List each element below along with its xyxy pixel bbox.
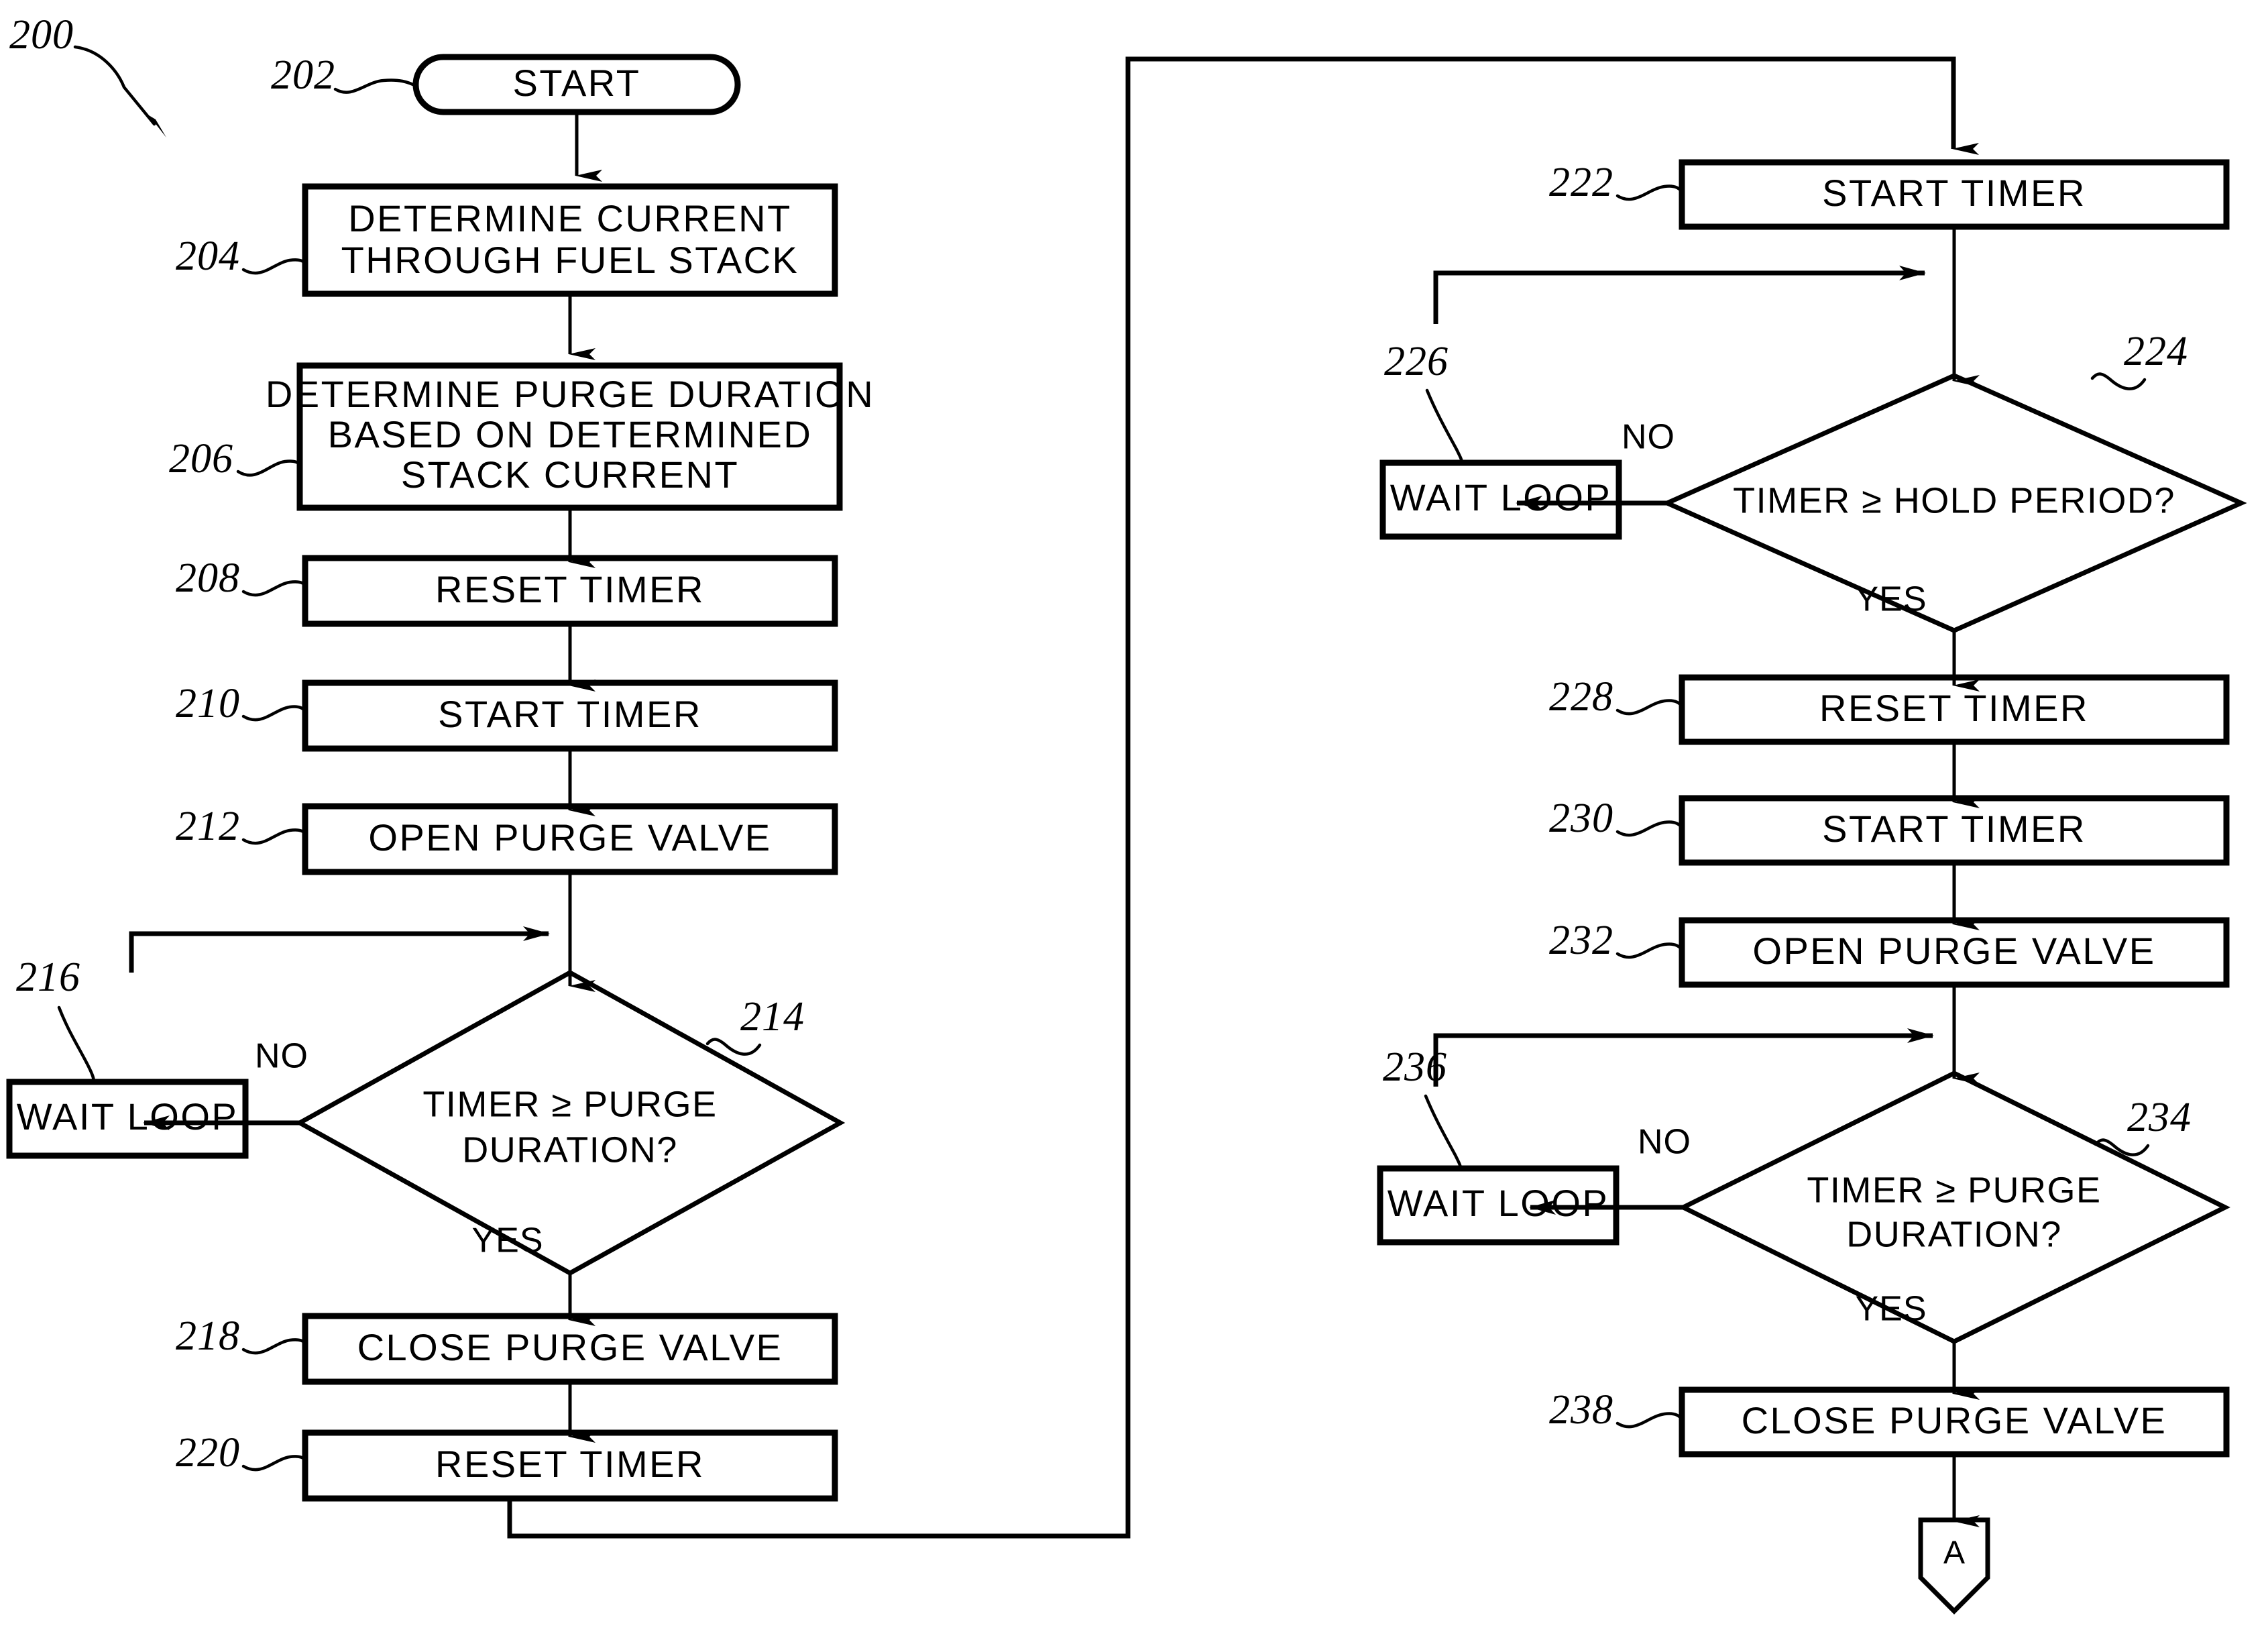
label-234-no: NO — [1638, 1123, 1691, 1162]
ref-leader-218: 218 — [176, 1313, 307, 1359]
label-214-no: NO — [255, 1037, 308, 1076]
ref-212: 212 — [176, 804, 240, 849]
label-214-yes: YES — [471, 1221, 543, 1260]
start-label: START — [513, 62, 641, 104]
node-reset-timer-1: RESET TIMER — [302, 555, 838, 627]
box-206-line2: BASED ON DETERMINED — [328, 413, 813, 455]
node-reset-timer-3: RESET TIMER — [1679, 674, 2230, 745]
node-close-purge-valve-2: CLOSE PURGE VALVE — [1679, 1386, 2230, 1458]
box-204-line1: DETERMINE CURRENT — [348, 197, 792, 239]
node-start-timer-1: START TIMER — [302, 679, 838, 752]
ref-236: 236 — [1383, 1044, 1447, 1090]
ref-leader-222: 222 — [1549, 160, 1684, 205]
edge-216-feedback — [129, 926, 550, 973]
box-222-label: START TIMER — [1822, 172, 2086, 214]
ref-204: 204 — [176, 233, 240, 279]
node-wait-loop-2: WAIT LOOP — [1379, 459, 1622, 540]
ref-210: 210 — [176, 681, 240, 726]
ref-leader-236: 236 — [1383, 1044, 1463, 1170]
figure-ref-200: 200 — [9, 12, 166, 138]
ref-206: 206 — [169, 436, 233, 482]
diamond-214-line1: TIMER ≥ PURGE — [422, 1084, 717, 1124]
ref-228: 228 — [1549, 674, 1613, 720]
ref-leader-214: 214 — [705, 994, 805, 1056]
node-determine-purge-duration: DETERMINE PURGE DURATION BASED ON DETERM… — [266, 362, 874, 511]
node-offpage-connector-a: A — [1918, 1517, 1990, 1614]
box-220-label: RESET TIMER — [435, 1443, 705, 1485]
ref-220: 220 — [176, 1430, 240, 1476]
ref-226: 226 — [1384, 339, 1449, 384]
diamond-234-line1: TIMER ≥ PURGE — [1807, 1170, 2101, 1210]
box-228-label: RESET TIMER — [1819, 687, 2089, 729]
node-wait-loop-1: WAIT LOOP — [6, 1079, 249, 1159]
ref-leader-220: 220 — [176, 1430, 307, 1476]
box-230-label: START TIMER — [1822, 808, 2086, 850]
ref-230: 230 — [1549, 796, 1613, 841]
ref-leader-206: 206 — [169, 436, 302, 482]
ref-leader-232: 232 — [1549, 918, 1684, 963]
node-decision-hold-period: TIMER ≥ HOLD PERIOD? — [1661, 373, 2247, 633]
edge-214-yes: YES — [471, 1221, 596, 1326]
ref-leader-228: 228 — [1549, 674, 1684, 720]
ref-222: 222 — [1549, 160, 1613, 205]
box-232-label: OPEN PURGE VALVE — [1752, 930, 2155, 972]
box-226-label: WAIT LOOP — [1390, 476, 1612, 518]
node-start-timer-2: START TIMER — [1679, 159, 2230, 230]
node-open-purge-valve-1: OPEN PURGE VALVE — [302, 803, 838, 875]
ref-234: 234 — [2127, 1095, 2192, 1140]
flowchart-svg: 200 START 202 DETERMINE CURRENT THROUGH … — [6, 12, 2247, 1614]
box-236-label: WAIT LOOP — [1387, 1182, 1609, 1224]
ref-224: 224 — [2124, 329, 2188, 374]
ref-leader-202: 202 — [271, 52, 418, 98]
figure-ref-label: 200 — [9, 12, 74, 58]
box-216-label: WAIT LOOP — [17, 1095, 239, 1138]
label-224-no: NO — [1622, 418, 1675, 457]
ref-leader-226: 226 — [1384, 339, 1464, 465]
ref-214: 214 — [740, 994, 805, 1040]
box-212-label: OPEN PURGE VALVE — [368, 816, 771, 859]
figure-canvas: 200 START 202 DETERMINE CURRENT THROUGH … — [0, 0, 2268, 1644]
box-204-line2: THROUGH FUEL STACK — [341, 239, 799, 281]
node-open-purge-valve-2: OPEN PURGE VALVE — [1679, 917, 2230, 988]
ref-232: 232 — [1549, 918, 1613, 963]
ref-leader-216: 216 — [16, 954, 96, 1084]
ref-208: 208 — [176, 555, 240, 601]
edge-234-yes: YES — [1855, 1290, 1980, 1400]
connector-a-label: A — [1943, 1535, 1965, 1571]
edge-236-feedback — [1433, 1028, 1934, 1087]
ref-238: 238 — [1549, 1387, 1613, 1433]
edge-224-yes: YES — [1855, 580, 1980, 692]
ref-leader-238: 238 — [1549, 1387, 1684, 1433]
box-218-label: CLOSE PURGE VALVE — [357, 1326, 783, 1368]
box-238-label: CLOSE PURGE VALVE — [1742, 1399, 2167, 1441]
box-206-line3: STACK CURRENT — [401, 453, 739, 496]
ref-leader-230: 230 — [1549, 796, 1684, 841]
node-start-terminator: START — [412, 54, 741, 115]
ref-leader-210: 210 — [176, 681, 307, 726]
ref-216: 216 — [16, 954, 80, 1000]
diamond-234-line2: DURATION? — [1846, 1214, 2062, 1254]
diamond-224-label: TIMER ≥ HOLD PERIOD? — [1733, 480, 2175, 520]
diamond-214-line2: DURATION? — [462, 1130, 678, 1170]
ref-leader-212: 212 — [176, 804, 307, 849]
ref-leader-208: 208 — [176, 555, 307, 601]
ref-202: 202 — [271, 52, 335, 98]
node-reset-timer-2: RESET TIMER — [302, 1429, 838, 1502]
ref-leader-224: 224 — [2090, 329, 2188, 390]
node-determine-current: DETERMINE CURRENT THROUGH FUEL STACK — [302, 183, 838, 297]
node-wait-loop-3: WAIT LOOP — [1377, 1165, 1620, 1246]
ref-leader-204: 204 — [176, 233, 307, 279]
node-close-purge-valve-1: CLOSE PURGE VALVE — [302, 1313, 838, 1385]
label-224-yes: YES — [1855, 580, 1927, 619]
box-210-label: START TIMER — [438, 693, 702, 735]
box-206-line1: DETERMINE PURGE DURATION — [266, 373, 874, 415]
box-208-label: RESET TIMER — [435, 568, 705, 610]
ref-218: 218 — [176, 1313, 240, 1359]
ref-leader-234: 234 — [2094, 1095, 2192, 1156]
node-start-timer-3: START TIMER — [1679, 795, 2230, 866]
edge-226-feedback — [1433, 266, 1926, 324]
label-234-yes: YES — [1855, 1290, 1927, 1329]
